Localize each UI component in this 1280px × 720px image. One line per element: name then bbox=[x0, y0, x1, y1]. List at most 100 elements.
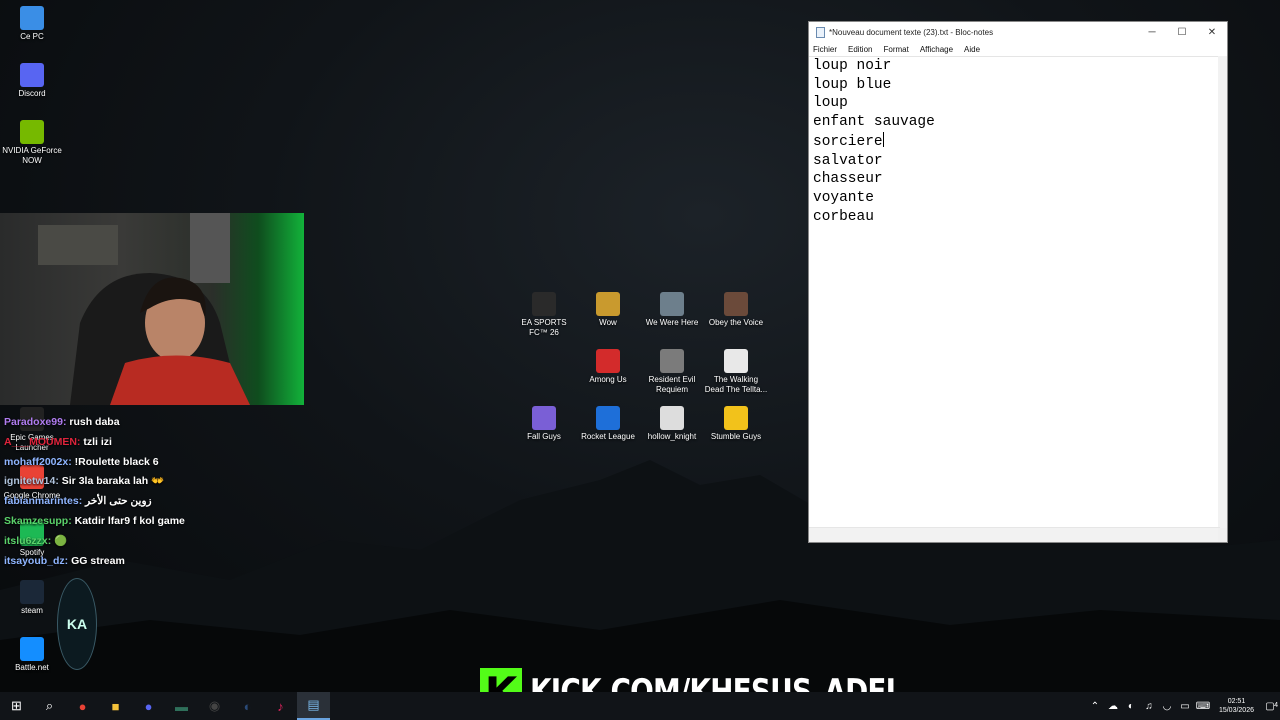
text-line[interactable]: chasseur bbox=[809, 170, 1220, 189]
notepad-menubar: Fichier Edition Format Affichage Aide bbox=[809, 42, 1227, 56]
desktop-icon-we-were-here[interactable]: We Were Here bbox=[640, 292, 704, 328]
desktop-icon-label: Wow bbox=[599, 318, 617, 327]
desktop-icon-among-us[interactable]: Among Us bbox=[576, 349, 640, 385]
chat-message: itsayoub_dz: GG stream bbox=[4, 552, 304, 572]
vertical-scrollbar[interactable] bbox=[1218, 56, 1227, 528]
text-line[interactable]: sorciere bbox=[809, 131, 1220, 152]
keyboard-icon[interactable]: ⌨ bbox=[1195, 701, 1211, 712]
desktop-icon-wow[interactable]: Wow bbox=[576, 292, 640, 328]
menu-fichier[interactable]: Fichier bbox=[813, 45, 837, 54]
taskbar-obs-button[interactable]: ◉ bbox=[198, 692, 231, 720]
fall-guys-icon bbox=[532, 406, 556, 430]
horizontal-scrollbar[interactable] bbox=[809, 527, 1220, 542]
among-us-icon bbox=[596, 349, 620, 373]
chat-username: itsayoub_dz: bbox=[4, 554, 69, 567]
taskbar-start-button[interactable]: ⊞ bbox=[0, 692, 33, 720]
desktop-icon-fall-guys[interactable]: Fall Guys bbox=[512, 406, 576, 442]
rocket-league-icon bbox=[596, 406, 620, 430]
chat-text: Sir 3la baraka lah 👐 bbox=[61, 475, 165, 488]
network-icon[interactable]: ☁ bbox=[1105, 701, 1121, 712]
text-line-content: loup blue bbox=[813, 76, 892, 93]
desktop-icon-label: Stumble Guys bbox=[710, 432, 762, 441]
chat-message: Paradoxe99: rush daba bbox=[4, 413, 304, 433]
desktop-icon-battlenet[interactable]: Battle.net bbox=[0, 637, 64, 673]
taskbar-file-explorer-button[interactable]: ■ bbox=[99, 692, 132, 720]
taskbar-terminal-button[interactable]: ▬ bbox=[165, 692, 198, 720]
desktop-icon-discord[interactable]: Discord bbox=[0, 63, 64, 99]
chevron-up-icon[interactable]: ⌃ bbox=[1087, 701, 1103, 712]
taskbar-notepad-button[interactable]: ▤ bbox=[297, 692, 330, 720]
chat-message: itslu6zzx: 🟢 bbox=[4, 532, 304, 552]
volume-icon[interactable]: ♫ bbox=[1141, 701, 1157, 712]
text-line[interactable]: salvator bbox=[809, 152, 1220, 171]
taskbar-tiktok-button[interactable]: ♪ bbox=[264, 692, 297, 720]
nvidia-icon bbox=[20, 120, 44, 144]
stream-logo-badge: KA bbox=[57, 578, 97, 670]
chat-text: tzli izi bbox=[83, 435, 112, 448]
notepad-icon bbox=[816, 26, 825, 38]
desktop-icon-rocket-league[interactable]: Rocket League bbox=[576, 406, 640, 442]
obs-icon: ◉ bbox=[208, 698, 221, 713]
terminal-icon: ▬ bbox=[175, 698, 188, 714]
notepad-titlebar[interactable]: *Nouveau document texte (23).txt - Bloc-… bbox=[809, 22, 1227, 42]
desktop-icon-label: steam bbox=[21, 606, 43, 615]
taskbar-search-button[interactable]: ⌕ bbox=[33, 692, 66, 720]
notepad-window[interactable]: *Nouveau document texte (23).txt - Bloc-… bbox=[808, 21, 1228, 543]
desktop-icon-label: EA SPORTS FC™ 26 bbox=[521, 318, 567, 337]
notification-count: 4 bbox=[1274, 701, 1278, 709]
desktop-icon-label: Among Us bbox=[589, 375, 627, 384]
battery-icon[interactable]: ▭ bbox=[1177, 701, 1193, 712]
desktop-icon-label: Rocket League bbox=[581, 432, 635, 441]
chat-username: ignitetw14: bbox=[4, 475, 59, 488]
chat-text: rush daba bbox=[69, 416, 120, 428]
chat-username: fabianmarintes: bbox=[4, 495, 83, 508]
text-line[interactable]: loup bbox=[809, 94, 1220, 113]
desktop-icon-hollow-knight[interactable]: hollow_knight bbox=[640, 406, 704, 442]
notepad-icon: ▤ bbox=[307, 697, 320, 712]
desktop-icon-label: NVIDIA GeForce NOW bbox=[2, 146, 62, 165]
desktop-icon-walking-dead[interactable]: The Walking Dead The Tellta... bbox=[704, 349, 768, 395]
chat-text: GG stream bbox=[71, 554, 125, 567]
taskbar-chrome-button[interactable]: ● bbox=[66, 692, 99, 720]
text-line[interactable]: enfant sauvage bbox=[809, 113, 1220, 132]
desktop-icon-steam[interactable]: steam bbox=[0, 580, 64, 616]
notification-icon[interactable]: ▢ 4 bbox=[1260, 701, 1280, 712]
text-line[interactable]: corbeau bbox=[809, 208, 1220, 227]
menu-affichage[interactable]: Affichage bbox=[920, 45, 953, 54]
notepad-title: *Nouveau document texte (23).txt - Bloc-… bbox=[829, 27, 994, 37]
taskbar-steam-button[interactable]: ◐ bbox=[231, 692, 264, 720]
desktop-icon-ea-fc[interactable]: EA SPORTS FC™ 26 bbox=[512, 292, 576, 338]
steam-tray-icon[interactable]: ◐ bbox=[1123, 701, 1139, 712]
text-line-content: voyante bbox=[813, 189, 874, 206]
minimize-button[interactable]: ─ bbox=[1137, 22, 1167, 42]
battlenet-icon bbox=[20, 637, 44, 661]
desktop-icon-label: Resident Evil Requiem bbox=[648, 375, 696, 394]
maximize-button[interactable]: ☐ bbox=[1167, 22, 1197, 42]
desktop-icon-label: The Walking Dead The Tellta... bbox=[704, 375, 768, 394]
menu-format[interactable]: Format bbox=[883, 45, 908, 54]
taskbar-discord-button[interactable]: ● bbox=[132, 692, 165, 720]
chat-username: A___MOUMEN: bbox=[4, 435, 81, 448]
notepad-text-area[interactable]: loup noir loup blue loup enfant sauvage sorc… bbox=[809, 56, 1220, 529]
webcam-feed bbox=[0, 213, 304, 405]
stumble-guys-icon bbox=[724, 406, 748, 430]
chat-text: 🟢 bbox=[54, 534, 68, 547]
desktop-icon-obey-the-voice[interactable]: Obey the Voice bbox=[704, 292, 768, 328]
clock[interactable]: 02:51 15/03/2026 bbox=[1219, 697, 1254, 715]
chat-text: Katdir lfar9 f kol game bbox=[74, 514, 185, 527]
desktop-icon-nvidia[interactable]: NVIDIA GeForce NOW bbox=[0, 120, 64, 166]
desktop-icon-stumble-guys[interactable]: Stumble Guys bbox=[704, 406, 768, 442]
chat-text: !Roulette black 6 bbox=[74, 455, 159, 468]
menu-aide[interactable]: Aide bbox=[964, 45, 980, 54]
desktop-icon-computer[interactable]: Ce PC bbox=[0, 6, 64, 42]
text-line[interactable]: loup blue bbox=[809, 76, 1220, 95]
hollow-knight-icon bbox=[660, 406, 684, 430]
text-line[interactable]: voyante bbox=[809, 189, 1220, 208]
wifi-icon[interactable]: ◡ bbox=[1159, 701, 1175, 712]
desktop-icon-resident-evil[interactable]: Resident Evil Requiem bbox=[640, 349, 704, 395]
chrome-icon: ● bbox=[78, 698, 87, 714]
close-button[interactable]: ✕ bbox=[1197, 22, 1227, 42]
menu-edition[interactable]: Edition bbox=[848, 45, 872, 54]
text-line[interactable]: loup noir bbox=[809, 57, 1220, 76]
desktop-icon-label: Discord bbox=[18, 89, 46, 98]
